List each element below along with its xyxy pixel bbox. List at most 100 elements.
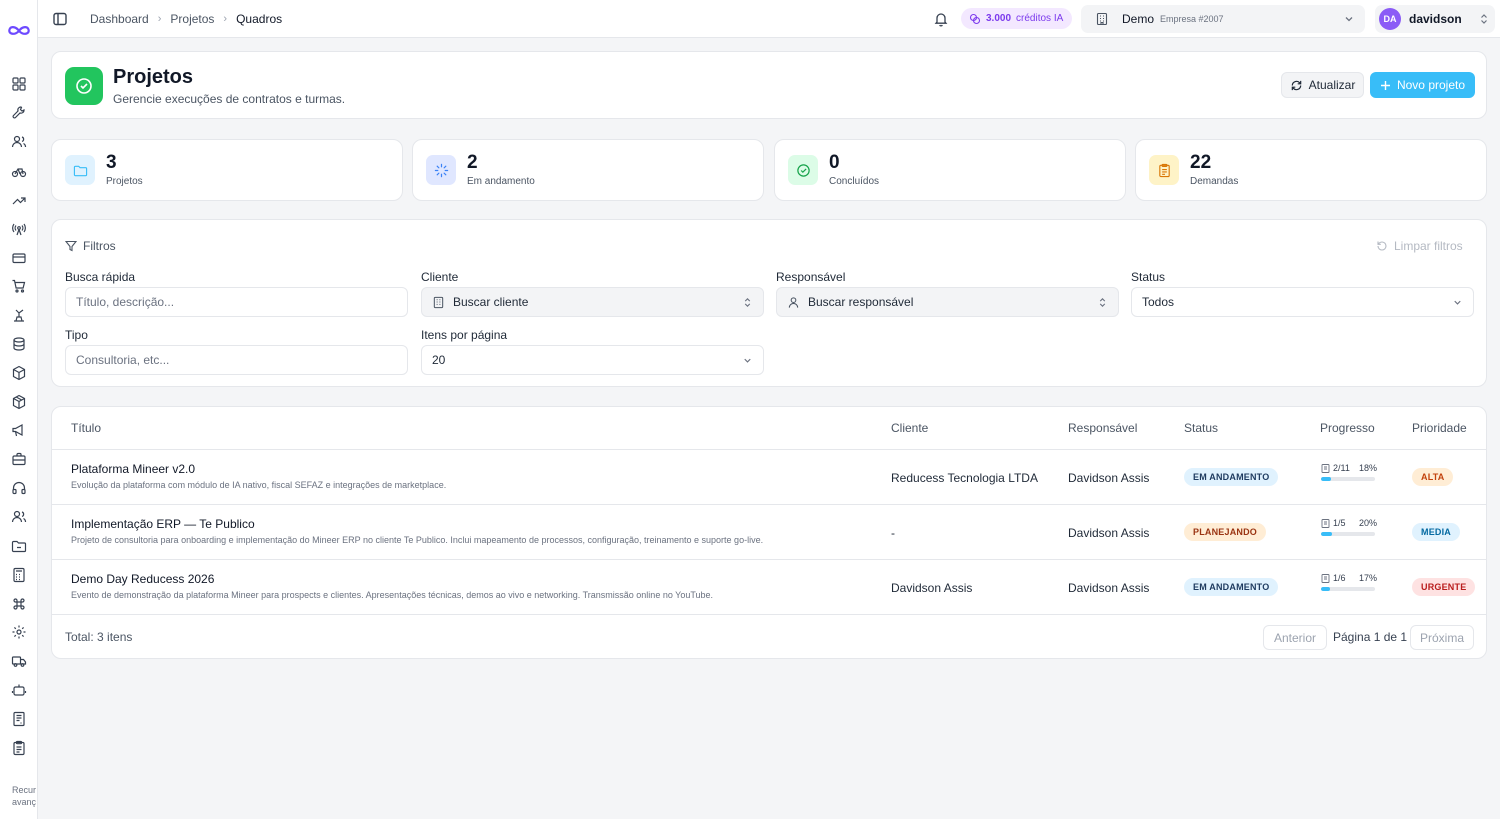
- folder-icon[interactable]: [11, 538, 27, 554]
- progress-percent: 20%: [1358, 518, 1377, 528]
- progress-tasks: 2/11: [1333, 463, 1350, 473]
- clipboard-icon: [1149, 155, 1179, 185]
- chevron-down-icon: [744, 358, 751, 363]
- credit-card-icon[interactable]: [11, 250, 27, 266]
- rotate-ccw-icon: [1377, 241, 1387, 251]
- next-page-button[interactable]: Próxima: [1410, 625, 1474, 650]
- bell-icon[interactable]: [933, 11, 949, 27]
- tipo-input[interactable]: Consultoria, etc...: [65, 345, 408, 375]
- priority-badge: MEDIA: [1412, 523, 1460, 541]
- breadcrumb-quadros: Quadros: [236, 12, 283, 26]
- progress-bar: [1321, 477, 1375, 481]
- stat-label: Concluídos: [829, 176, 880, 187]
- receipt-icon[interactable]: [11, 711, 27, 727]
- status-badge: PLANEJANDO: [1184, 523, 1267, 541]
- stat-value: 0: [829, 152, 840, 173]
- radio-tower-icon[interactable]: [11, 221, 27, 237]
- lamp-icon[interactable]: [11, 307, 27, 323]
- col-titulo[interactable]: Título: [71, 421, 101, 435]
- new-project-button[interactable]: Novo projeto: [1370, 72, 1475, 98]
- chevrons-up-down-icon: [1099, 297, 1106, 307]
- page-subtitle: Gerencie execuções de contratos e turmas…: [113, 92, 346, 106]
- database-icon[interactable]: [11, 336, 27, 352]
- truck-icon[interactable]: [11, 653, 27, 669]
- row-cliente: Reducess Tecnologia LTDA: [891, 471, 1038, 485]
- col-responsavel[interactable]: Responsável: [1068, 421, 1137, 435]
- loader-icon: [426, 155, 456, 185]
- cliente-select[interactable]: Buscar cliente: [421, 287, 764, 317]
- trending-up-icon[interactable]: [11, 192, 27, 208]
- itens-select[interactable]: 20: [421, 345, 764, 375]
- responsavel-select[interactable]: Buscar responsável: [776, 287, 1119, 317]
- chevrons-up-down-icon: [1481, 14, 1487, 24]
- building-icon: [433, 296, 444, 308]
- new-project-label: Novo projeto: [1396, 78, 1466, 92]
- row-title: Plataforma Mineer v2.0: [71, 462, 196, 476]
- avatar: DA: [1379, 8, 1401, 30]
- bike-icon[interactable]: [11, 163, 27, 179]
- breadcrumb-dashboard[interactable]: Dashboard: [90, 12, 149, 26]
- coins-icon: [969, 13, 981, 24]
- megaphone-icon[interactable]: [11, 422, 27, 438]
- dashboard-icon[interactable]: [11, 76, 27, 92]
- refresh-label: Atualizar: [1308, 78, 1356, 92]
- clipboard-icon[interactable]: [11, 740, 27, 756]
- folder-icon: [65, 155, 95, 185]
- status-badge: EM ANDAMENTO: [1184, 578, 1279, 596]
- headphones-icon[interactable]: [11, 480, 27, 496]
- progress-cell: 2/11 18%: [1321, 463, 1377, 481]
- briefcase-icon[interactable]: [11, 451, 27, 467]
- stat-label: Em andamento: [467, 176, 535, 187]
- cliente-label: Cliente: [421, 270, 459, 284]
- user-menu[interactable]: DA davidson: [1375, 5, 1495, 33]
- box-icon[interactable]: [11, 394, 27, 410]
- credits-badge[interactable]: 3.000 créditos IA: [961, 8, 1073, 29]
- col-status[interactable]: Status: [1184, 421, 1218, 435]
- credits-amount: 3.000: [986, 13, 1012, 24]
- sidebar-toggle-icon[interactable]: [52, 11, 68, 27]
- company-selector[interactable]: Demo Empresa #2007: [1081, 5, 1365, 33]
- chevron-right-icon: ›: [157, 13, 162, 25]
- stat-card-concluidos: 0 Concluídos: [774, 139, 1126, 201]
- filters-title: Filtros: [65, 239, 116, 253]
- progress-fill: [1321, 532, 1332, 536]
- row-responsavel: Davidson Assis: [1068, 526, 1150, 540]
- app-logo[interactable]: [6, 22, 32, 40]
- clear-filters-button[interactable]: Limpar filtros: [1376, 239, 1463, 253]
- bot-icon[interactable]: [11, 682, 27, 698]
- stat-value: 2: [467, 152, 478, 173]
- row-responsavel: Davidson Assis: [1068, 581, 1150, 595]
- user-group-icon[interactable]: [11, 509, 27, 525]
- chevron-down-icon: [1345, 17, 1353, 22]
- progress-cell: 1/6 17%: [1321, 573, 1377, 591]
- clipboard-icon: [1321, 464, 1330, 473]
- users-icon[interactable]: [11, 134, 27, 150]
- breadcrumb-projetos[interactable]: Projetos: [170, 12, 214, 26]
- page-indicator: Página 1 de 1: [1333, 630, 1408, 644]
- user-name: davidson: [1409, 12, 1462, 26]
- settings-icon[interactable]: [11, 624, 27, 640]
- status-select[interactable]: Todos: [1131, 287, 1474, 317]
- col-cliente[interactable]: Cliente: [891, 421, 928, 435]
- calculator-icon[interactable]: [11, 567, 27, 583]
- package-icon[interactable]: [11, 365, 27, 381]
- progress-bar: [1321, 532, 1375, 536]
- filter-icon: [65, 240, 77, 252]
- chevron-right-icon: ›: [223, 13, 228, 25]
- table-row[interactable]: Implementação ERP — Te Publico Projeto d…: [52, 505, 1486, 560]
- prev-page-button[interactable]: Anterior: [1263, 625, 1327, 650]
- table-row[interactable]: Plataforma Mineer v2.0 Evolução da plata…: [52, 450, 1486, 505]
- building-icon: [1096, 12, 1108, 26]
- refresh-button[interactable]: Atualizar: [1281, 72, 1364, 98]
- col-progresso[interactable]: Progresso: [1320, 421, 1375, 435]
- filters-panel: Filtros Limpar filtros Busca rápida Títu…: [51, 219, 1487, 387]
- search-input[interactable]: Título, descrição...: [65, 287, 408, 317]
- col-prioridade[interactable]: Prioridade: [1412, 421, 1467, 435]
- company-name: Demo: [1122, 12, 1155, 26]
- stat-card-projetos: 3 Projetos: [51, 139, 403, 201]
- command-icon[interactable]: [11, 596, 27, 612]
- cart-icon[interactable]: [11, 278, 27, 294]
- table-row[interactable]: Demo Day Reducess 2026 Evento de demonst…: [52, 560, 1486, 615]
- wrench-icon[interactable]: [11, 105, 27, 121]
- progress-cell: 1/5 20%: [1321, 518, 1377, 536]
